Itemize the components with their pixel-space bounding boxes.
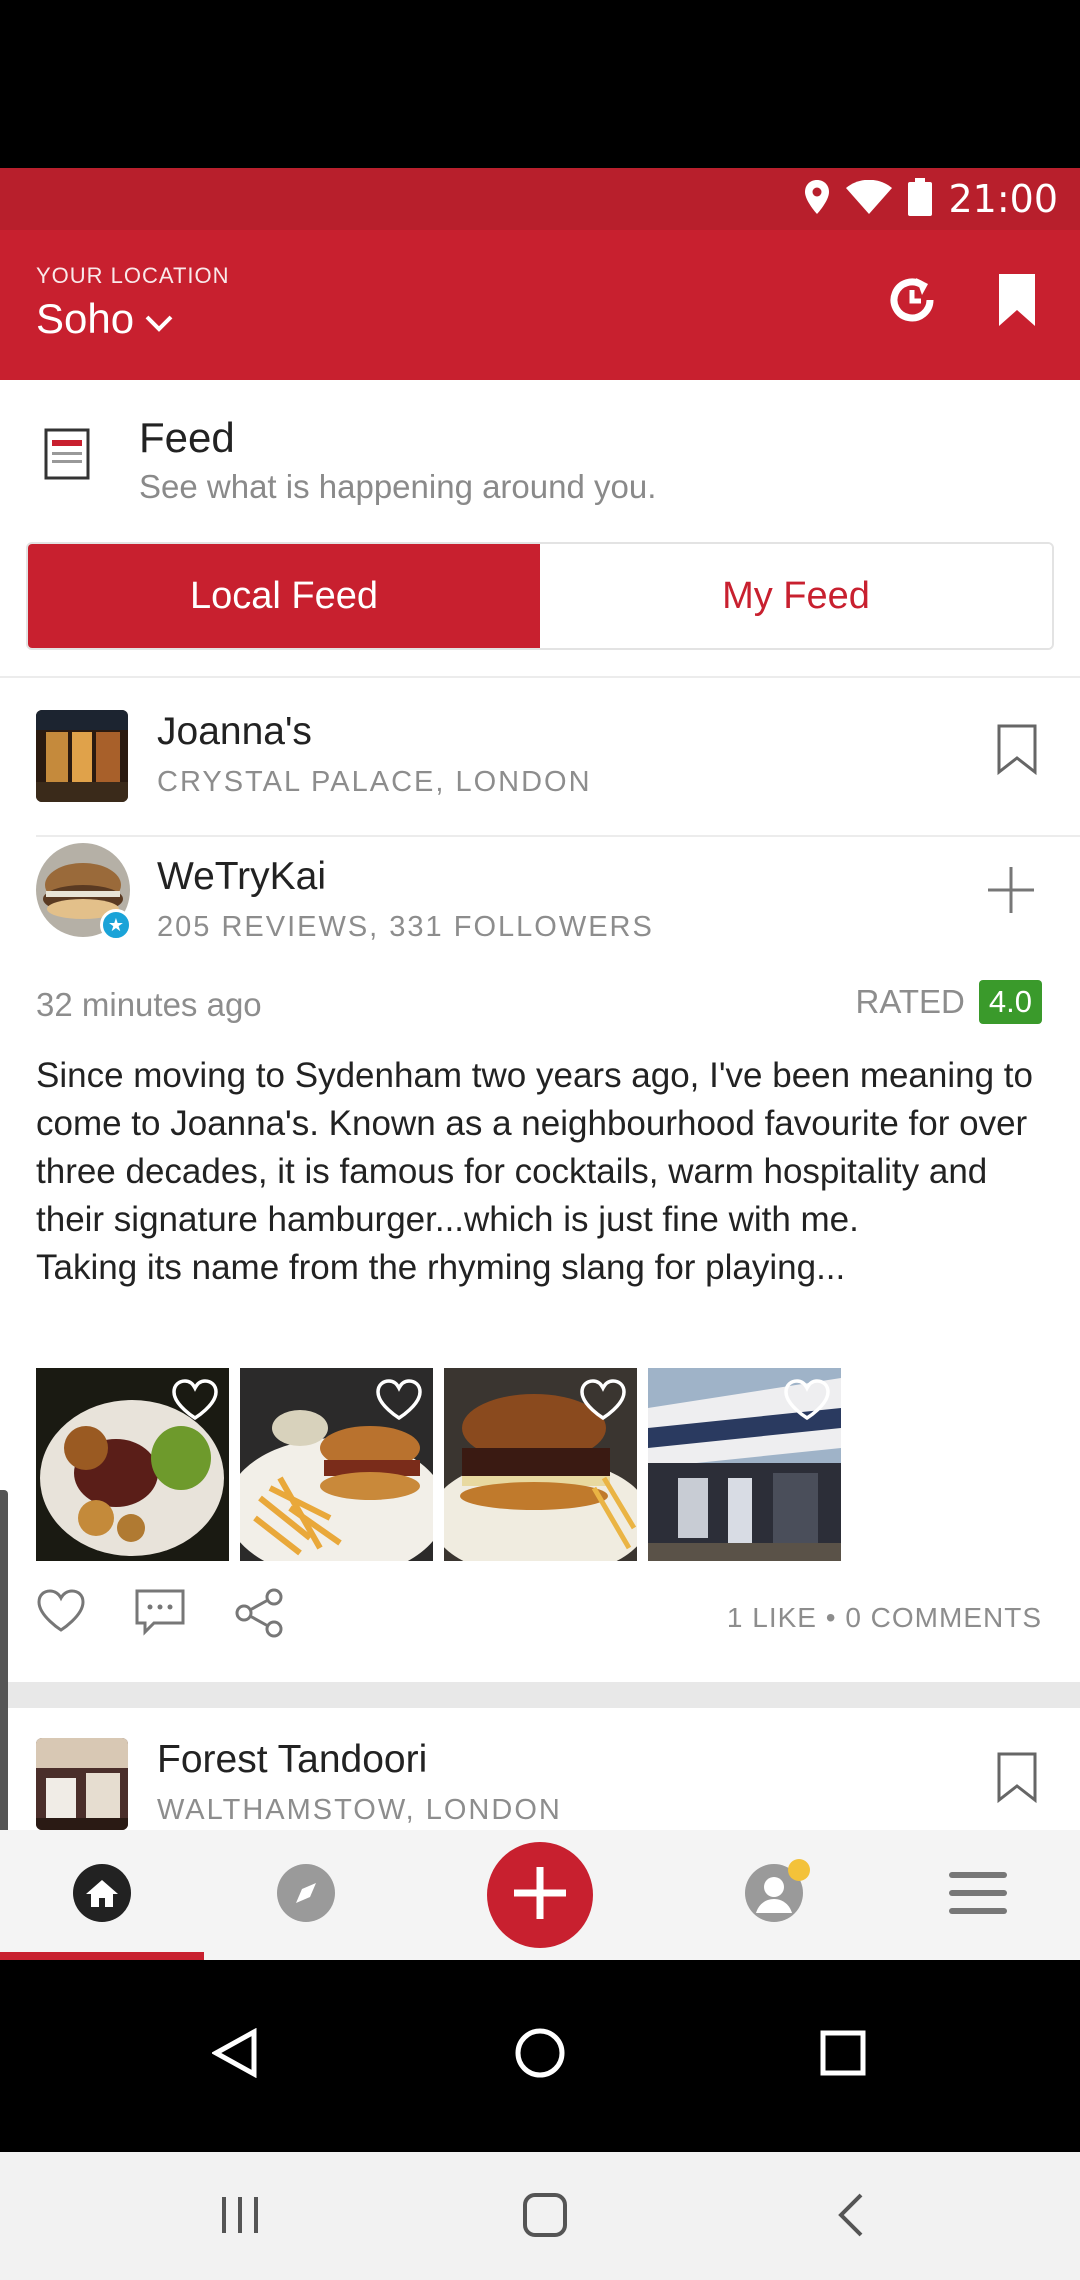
recents-square-icon	[820, 2030, 866, 2081]
post-actions: 1 LIKE • 0 COMMENTS	[36, 1588, 1042, 1648]
reviewer-row[interactable]: ★ WeTryKai 205 REVIEWS, 331 FOLLOWERS	[0, 835, 1080, 955]
like-comment-counts[interactable]: 1 LIKE • 0 COMMENTS	[727, 1602, 1042, 1634]
reviewer-name: WeTryKai	[157, 855, 327, 898]
recents-button[interactable]	[205, 2182, 275, 2252]
home-icon	[72, 1863, 132, 1928]
feed-header: Feed See what is happening around you.	[0, 380, 1080, 530]
divider	[0, 676, 1080, 678]
rated-label: RATED	[855, 983, 965, 1020]
active-tab-indicator	[0, 1952, 204, 1960]
profile-icon	[744, 1858, 810, 1928]
app-header: YOUR LOCATION Soho	[0, 230, 1080, 380]
location-caption: YOUR LOCATION	[36, 263, 230, 288]
add-button[interactable]	[487, 1842, 593, 1948]
bookmark-outline-icon[interactable]	[996, 724, 1038, 781]
battery-icon	[908, 177, 933, 221]
comment-icon[interactable]	[134, 1588, 186, 1641]
main-content[interactable]: Feed See what is happening around you. L…	[0, 380, 1080, 1830]
rating-badge: 4.0	[978, 980, 1042, 1024]
chevron-down-icon	[144, 295, 174, 343]
share-icon[interactable]	[234, 1588, 286, 1643]
place-thumbnail	[36, 710, 128, 802]
heart-outline-icon[interactable]	[579, 1378, 627, 1427]
status-bar: 21:00	[0, 168, 1080, 230]
review-photo[interactable]	[240, 1368, 433, 1561]
menu-icon	[949, 1870, 1007, 1921]
heart-outline-icon[interactable]	[171, 1378, 219, 1427]
back-button[interactable]	[815, 2182, 885, 2252]
heart-outline-icon[interactable]	[783, 1378, 831, 1427]
post-meta: 32 minutes ago RATED 4.0	[36, 980, 1042, 1030]
history-button[interactable]	[880, 270, 944, 334]
tab-my-feed[interactable]: My Feed	[540, 544, 1052, 648]
notification-dot-icon	[788, 1858, 810, 1881]
verified-star-icon: ★	[100, 909, 132, 941]
nav-profile[interactable]	[672, 1830, 876, 1960]
explore-icon	[276, 1863, 336, 1928]
home-rounded-square-icon	[522, 2192, 568, 2243]
nav-menu[interactable]	[876, 1830, 1080, 1960]
photo-strip	[36, 1368, 841, 1561]
tab-local-feed[interactable]: Local Feed	[28, 544, 540, 648]
location-pin-icon	[804, 179, 830, 219]
history-icon	[886, 274, 938, 331]
back-button[interactable]	[200, 2020, 270, 2090]
system-nav-bar	[0, 1960, 1080, 2152]
post-separator	[0, 1682, 1080, 1708]
review-photo[interactable]	[444, 1368, 637, 1561]
feed-subtitle: See what is happening around you.	[139, 468, 657, 505]
bookmark-filled-icon	[997, 273, 1037, 331]
home-button[interactable]	[510, 2182, 580, 2252]
review-photo[interactable]	[36, 1368, 229, 1561]
home-button[interactable]	[505, 2020, 575, 2090]
place-name: Joanna's	[157, 710, 312, 753]
back-triangle-icon	[210, 2027, 258, 2083]
secondary-nav-bar	[0, 2152, 1080, 2280]
home-circle-icon	[514, 2027, 566, 2084]
review-body: Since moving to Sydenham two years ago, …	[36, 1056, 1033, 1287]
feed-title: Feed	[139, 414, 235, 461]
bottom-nav	[0, 1830, 1080, 1960]
like-heart-icon[interactable]	[36, 1588, 86, 1639]
reviewer-stats: 205 REVIEWS, 331 FOLLOWERS	[157, 911, 654, 943]
review-photo[interactable]	[648, 1368, 841, 1561]
top-black-area	[0, 0, 1080, 168]
location-value: Soho	[36, 295, 135, 342]
newspaper-icon	[44, 428, 90, 485]
wifi-icon	[846, 179, 893, 219]
place-name: Forest Tandoori	[157, 1738, 428, 1781]
bookmarks-button[interactable]	[985, 270, 1049, 334]
rating: RATED 4.0	[855, 980, 1042, 1024]
location-selector[interactable]: Soho	[36, 295, 174, 343]
clock: 21:00	[948, 177, 1058, 221]
review-text[interactable]: Since moving to Sydenham two years ago, …	[36, 1052, 1046, 1292]
nav-explore[interactable]	[204, 1830, 408, 1960]
bookmark-outline-icon[interactable]	[996, 1752, 1038, 1809]
place-row[interactable]: Joanna's CRYSTAL PALACE, LONDON	[0, 680, 1080, 830]
back-chevron-icon	[835, 2192, 865, 2243]
place-location: CRYSTAL PALACE, LONDON	[157, 766, 592, 798]
add-icon	[510, 1863, 570, 1928]
nav-add[interactable]	[408, 1830, 672, 1960]
heart-outline-icon[interactable]	[375, 1378, 423, 1427]
nav-home[interactable]	[0, 1830, 204, 1960]
place-row[interactable]: Forest Tandoori WALTHAMSTOW, LONDON	[0, 1708, 1080, 1830]
follow-plus-icon[interactable]	[986, 865, 1036, 920]
recents-button[interactable]	[808, 2020, 878, 2090]
place-location: WALTHAMSTOW, LONDON	[157, 1794, 562, 1826]
feed-tabs: Local Feed My Feed	[26, 542, 1054, 650]
recents-lines-icon	[218, 2195, 262, 2240]
post-time: 32 minutes ago	[36, 986, 262, 1023]
place-thumbnail	[36, 1738, 128, 1830]
